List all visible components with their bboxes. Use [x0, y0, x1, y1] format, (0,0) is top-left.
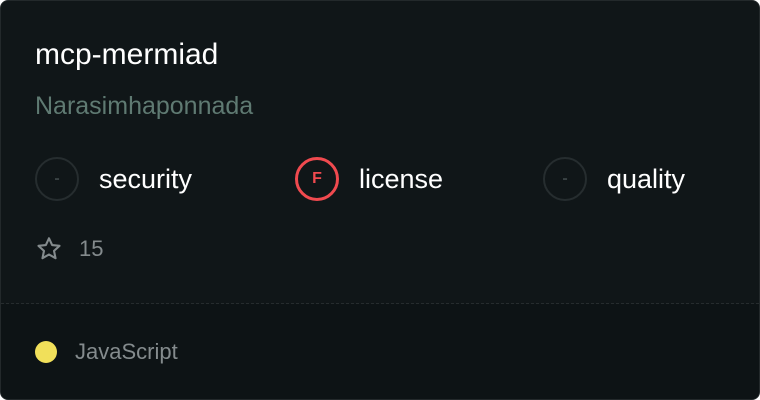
- star-count: 15: [79, 236, 104, 261]
- card-footer: JavaScript: [1, 304, 759, 399]
- score-license: F license: [295, 155, 443, 203]
- language-color-dot: [35, 341, 57, 363]
- quality-grade-badge: -: [543, 157, 587, 201]
- language: JavaScript: [35, 339, 178, 365]
- star-icon: [35, 235, 63, 263]
- repo-card[interactable]: mcp-mermiad Narasimhaponnada - security …: [0, 0, 760, 400]
- score-label-quality: quality: [607, 163, 686, 194]
- score-security: - security: [35, 155, 192, 203]
- score-quality: - quality: [543, 155, 685, 203]
- language-name: JavaScript: [75, 339, 178, 364]
- repo-name[interactable]: mcp-mermiad: [35, 37, 218, 73]
- score-label-security: security: [99, 163, 193, 194]
- license-grade-badge: F: [295, 157, 339, 201]
- security-grade-badge: -: [35, 157, 79, 201]
- repo-owner[interactable]: Narasimhaponnada: [35, 91, 253, 121]
- stars: 15: [35, 233, 103, 265]
- score-label-license: license: [359, 163, 444, 194]
